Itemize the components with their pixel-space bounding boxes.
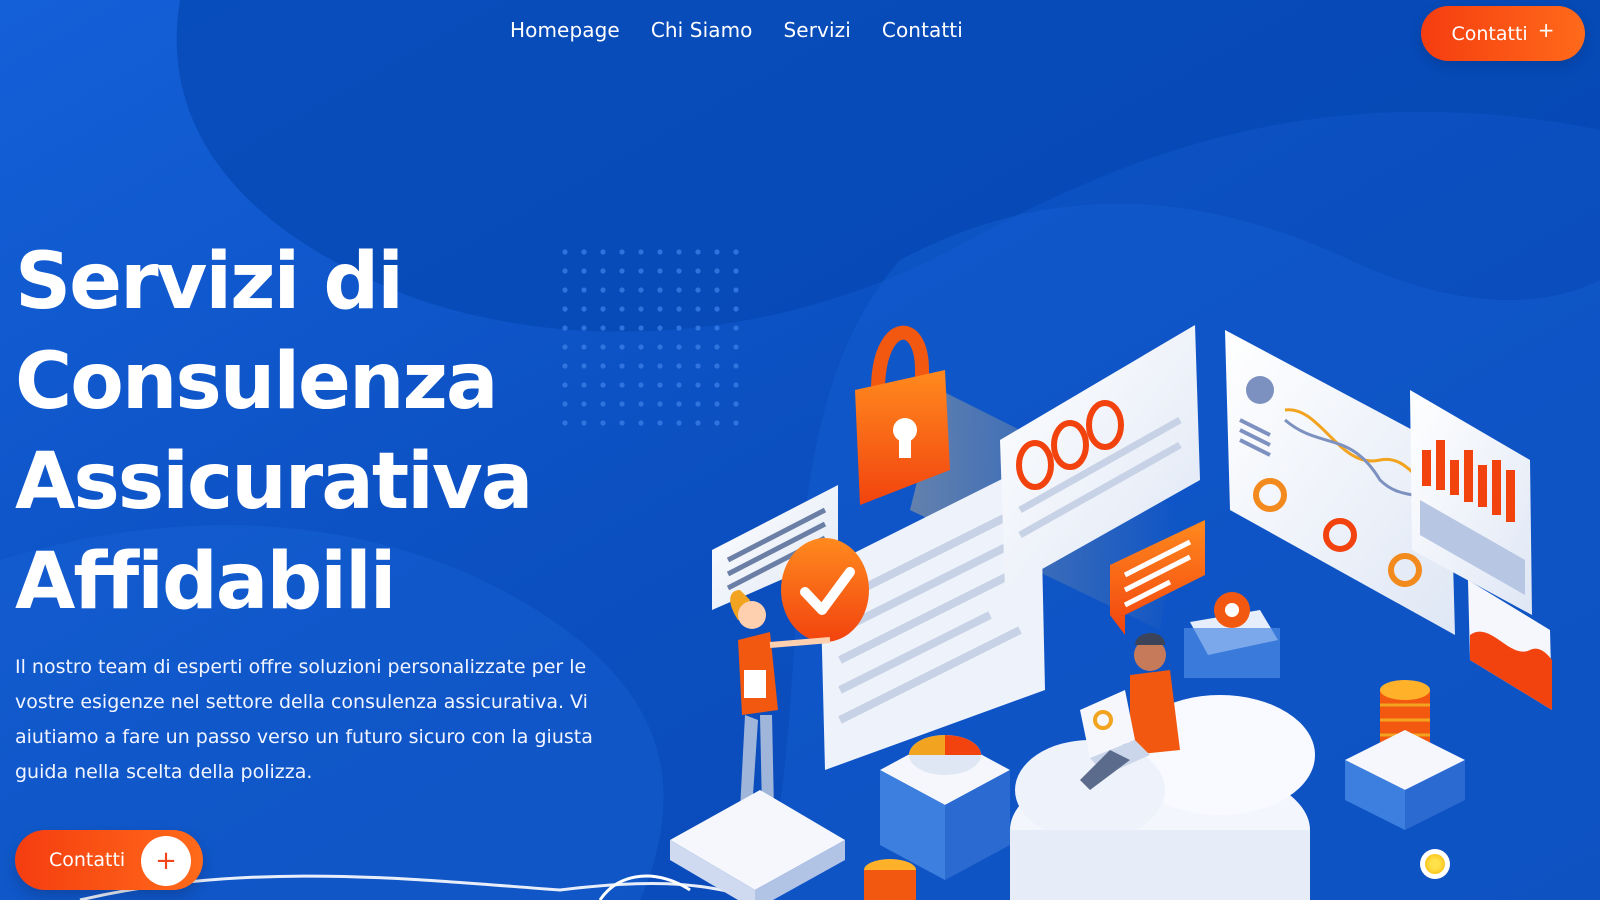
title-line-3: Assicurativa [15,437,533,527]
hero-illustration [660,310,1600,900]
platform-left [670,790,845,900]
title-line-1: Servizi di [15,237,404,327]
nav-item-chi-siamo[interactable]: Chi Siamo [651,18,753,42]
check-icon [781,538,869,642]
title-line-2: Consulenza [15,337,499,427]
coin-stack-small [864,859,916,900]
main-nav: Homepage Chi Siamo Servizi Contatti [510,18,963,42]
plus-icon: + [141,836,191,886]
title-line-4: Affidabili [15,537,396,627]
hero-contact-button[interactable]: Contatti + [15,830,203,890]
nav-item-servizi[interactable]: Servizi [784,18,851,42]
nav-item-homepage[interactable]: Homepage [510,18,620,42]
hero-description: Il nostro team di esperti offre soluzion… [15,656,593,783]
header-contact-label: Contatti [1451,22,1528,45]
gear-icon [1184,592,1280,678]
plus-icon: + [1537,17,1555,42]
nav-item-contatti[interactable]: Contatti [882,18,963,42]
page-title: Servizi di Consulenza Assicurativa Affid… [15,232,575,632]
coin-stack-icon [1345,680,1465,830]
header-contact-button[interactable]: Contatti + [1421,6,1585,61]
hero-contact-label: Contatti [49,849,126,871]
slider-indicator[interactable] [1420,849,1450,879]
platform-pie [880,735,1010,880]
sun-icon [1425,854,1445,874]
